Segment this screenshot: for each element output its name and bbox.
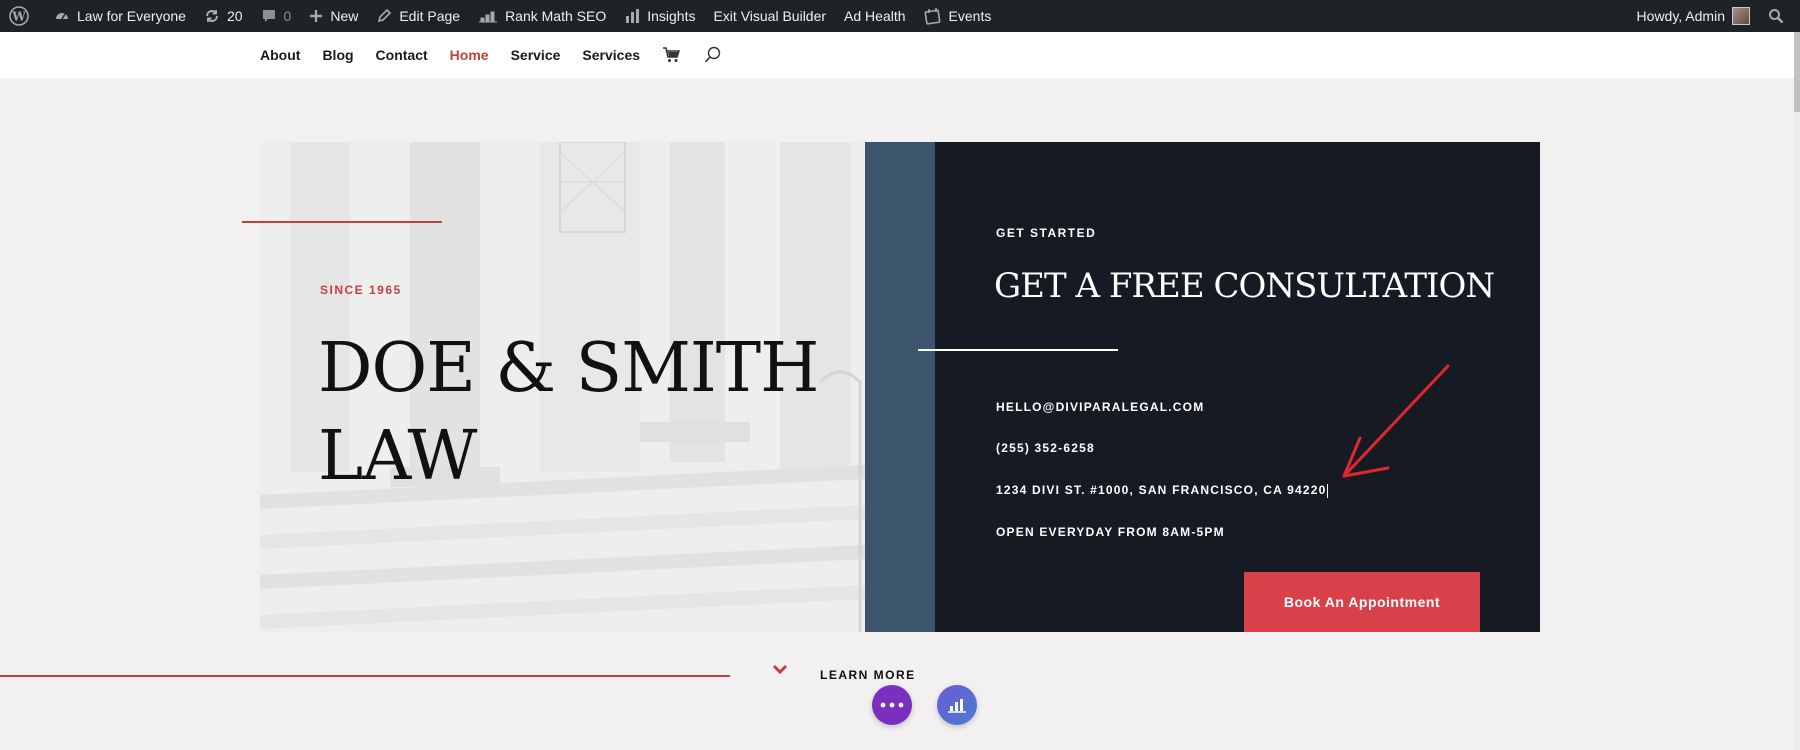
since-label: SINCE 1965 bbox=[320, 283, 402, 297]
howdy-label: Howdy, Admin bbox=[1636, 8, 1725, 24]
dashboard-icon bbox=[56, 13, 68, 20]
search-icon bbox=[1769, 9, 1784, 24]
comments-count: 0 bbox=[283, 8, 292, 24]
new-content-link[interactable]: New bbox=[300, 0, 367, 32]
pencil-icon bbox=[378, 8, 392, 23]
insights-icon bbox=[626, 9, 640, 23]
insights-link[interactable]: Insights bbox=[615, 0, 704, 32]
avatar bbox=[1732, 7, 1750, 25]
cart-button[interactable] bbox=[662, 47, 681, 63]
consultation-title: GET A FREE CONSULTATION bbox=[994, 266, 1495, 306]
svg-text:W: W bbox=[11, 10, 26, 24]
slate-accent-bar bbox=[865, 142, 936, 632]
insights-label: Insights bbox=[647, 8, 696, 24]
comments-link[interactable]: 0 bbox=[252, 0, 301, 32]
book-appointment-button[interactable]: Book An Appointment bbox=[1244, 572, 1480, 632]
rank-math-label: Rank Math SEO bbox=[505, 8, 607, 24]
ad-health-link[interactable]: Ad Health bbox=[835, 0, 914, 32]
text-caret bbox=[1327, 483, 1329, 498]
nav-search-button[interactable] bbox=[704, 46, 722, 64]
dots-icon bbox=[880, 702, 904, 708]
site-name-link[interactable]: Law for Everyone bbox=[45, 0, 195, 32]
scroll-thumb[interactable] bbox=[1794, 32, 1800, 112]
new-label: New bbox=[330, 8, 359, 24]
chart-icon bbox=[948, 699, 966, 713]
contact-email[interactable]: HELLO@DIVIPARALEGAL.COM bbox=[996, 400, 1204, 414]
learn-more-link[interactable]: LEARN MORE bbox=[820, 668, 916, 682]
firm-name-line1: DOE & SMITH bbox=[318, 329, 819, 408]
firm-name-line2: LAW bbox=[318, 417, 477, 496]
annotation-arrow-icon bbox=[1342, 364, 1450, 478]
comment-icon bbox=[262, 10, 275, 22]
nav-item-home[interactable]: Home bbox=[450, 47, 489, 63]
nav-search-icon bbox=[704, 46, 721, 63]
admin-search-button[interactable] bbox=[1759, 0, 1800, 32]
exit-builder-label: Exit Visual Builder bbox=[713, 8, 827, 24]
updates-count: 20 bbox=[226, 8, 243, 24]
nav-item-services[interactable]: Services bbox=[582, 47, 640, 63]
contact-address[interactable]: 1234 DIVI ST. #1000, SAN FRANCISCO, CA 9… bbox=[996, 483, 1326, 497]
edit-page-link[interactable]: Edit Page bbox=[367, 0, 469, 32]
main-nav: About Blog Contact Home Service Services bbox=[260, 32, 746, 78]
contact-address-wrapper[interactable]: 1234 DIVI ST. #1000, SAN FRANCISCO, CA 9… bbox=[996, 483, 1329, 498]
edit-page-label: Edit Page bbox=[399, 8, 461, 24]
wordpress-menu[interactable]: W bbox=[0, 0, 45, 32]
nav-item-blog[interactable]: Blog bbox=[322, 47, 353, 63]
cart-icon bbox=[663, 47, 681, 62]
admin-bar-right: Howdy, Admin bbox=[1628, 0, 1800, 32]
rank-math-fab-button[interactable] bbox=[937, 685, 977, 725]
site-name: Law for Everyone bbox=[77, 8, 186, 24]
contact-hours: OPEN EVERYDAY FROM 8AM-5PM bbox=[996, 525, 1225, 539]
updates-link[interactable]: 20 bbox=[195, 0, 252, 32]
accent-line-bottom bbox=[0, 675, 730, 677]
admin-bar: W Law for Everyone 20 0 New Edit Page Ra… bbox=[0, 0, 1800, 32]
events-icon bbox=[924, 8, 940, 25]
nav-item-contact[interactable]: Contact bbox=[376, 47, 428, 63]
updates-icon bbox=[205, 10, 218, 22]
wordpress-icon: W bbox=[9, 6, 29, 26]
ad-health-label: Ad Health bbox=[844, 8, 906, 24]
accent-line-white bbox=[918, 349, 1118, 351]
contact-phone[interactable]: (255) 352-6258 bbox=[996, 441, 1095, 455]
rank-math-icon bbox=[479, 11, 498, 23]
rank-math-link[interactable]: Rank Math SEO bbox=[469, 0, 615, 32]
events-label: Events bbox=[948, 8, 992, 24]
chevron-down-icon[interactable] bbox=[772, 664, 788, 676]
nav-item-service[interactable]: Service bbox=[511, 47, 561, 63]
account-menu[interactable]: Howdy, Admin bbox=[1628, 0, 1759, 32]
accent-line-top bbox=[242, 221, 442, 223]
page-scrollbar[interactable] bbox=[1794, 32, 1800, 750]
nav-item-about[interactable]: About bbox=[260, 47, 300, 63]
firm-name-heading: DOE & SMITH LAW bbox=[318, 325, 838, 501]
exit-visual-builder-link[interactable]: Exit Visual Builder bbox=[704, 0, 835, 32]
site-header: About Blog Contact Home Service Services bbox=[0, 32, 1800, 78]
events-link[interactable]: Events bbox=[915, 0, 1001, 32]
get-started-label: GET STARTED bbox=[996, 226, 1097, 240]
plus-icon bbox=[310, 10, 323, 22]
builder-options-button[interactable] bbox=[872, 685, 912, 725]
